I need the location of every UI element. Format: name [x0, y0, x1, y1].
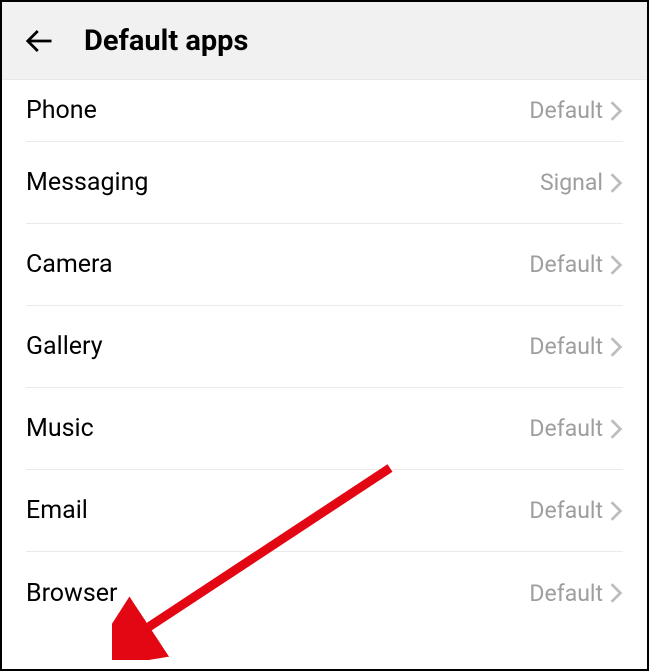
- item-value: Default: [529, 97, 603, 124]
- list-item-camera[interactable]: Camera Default: [26, 224, 623, 306]
- item-value: Signal: [540, 169, 603, 196]
- item-label: Music: [26, 414, 94, 443]
- item-label: Gallery: [26, 332, 103, 361]
- item-right: Default: [529, 97, 623, 124]
- item-right: Default: [529, 497, 623, 524]
- chevron-right-icon: [609, 418, 623, 440]
- item-value: Default: [529, 497, 603, 524]
- item-right: Default: [529, 251, 623, 278]
- list-item-messaging[interactable]: Messaging Signal: [26, 142, 623, 224]
- item-value: Default: [529, 415, 603, 442]
- chevron-right-icon: [609, 254, 623, 276]
- item-label: Camera: [26, 250, 113, 279]
- item-right: Signal: [540, 169, 623, 196]
- list-item-browser[interactable]: Browser Default: [26, 552, 623, 634]
- chevron-right-icon: [609, 100, 623, 122]
- arrow-left-icon: [24, 26, 54, 56]
- item-right: Default: [529, 580, 623, 607]
- page-title: Default apps: [84, 24, 248, 58]
- item-value: Default: [529, 580, 603, 607]
- item-label: Email: [26, 496, 88, 525]
- list-item-gallery[interactable]: Gallery Default: [26, 306, 623, 388]
- item-label: Phone: [26, 96, 97, 125]
- item-value: Default: [529, 251, 603, 278]
- list-item-email[interactable]: Email Default: [26, 470, 623, 552]
- default-apps-list: Phone Default Messaging Signal Camera De…: [2, 80, 647, 634]
- chevron-right-icon: [609, 582, 623, 604]
- header-bar: Default apps: [2, 2, 647, 80]
- chevron-right-icon: [609, 172, 623, 194]
- list-item-music[interactable]: Music Default: [26, 388, 623, 470]
- chevron-right-icon: [609, 500, 623, 522]
- item-right: Default: [529, 333, 623, 360]
- list-item-phone[interactable]: Phone Default: [26, 80, 623, 142]
- item-label: Browser: [26, 579, 117, 608]
- item-label: Messaging: [26, 168, 148, 197]
- item-right: Default: [529, 415, 623, 442]
- back-button[interactable]: [24, 26, 54, 56]
- chevron-right-icon: [609, 336, 623, 358]
- item-value: Default: [529, 333, 603, 360]
